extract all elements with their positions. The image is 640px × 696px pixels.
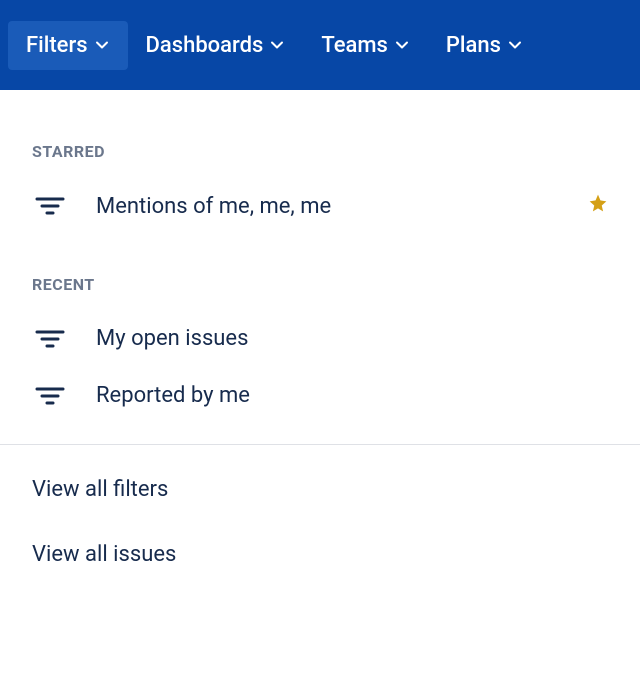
nav-label: Filters <box>26 33 88 58</box>
filter-item[interactable]: Mentions of me, me, me <box>0 177 640 235</box>
filter-label: Reported by me <box>96 383 608 408</box>
nav-item-filters[interactable]: Filters <box>8 21 128 70</box>
nav-label: Teams <box>321 33 388 58</box>
nav-item-teams[interactable]: Teams <box>303 21 428 70</box>
chevron-down-icon <box>507 37 523 53</box>
nav-label: Plans <box>446 33 501 58</box>
filter-icon <box>32 327 68 351</box>
divider <box>0 444 640 445</box>
filter-icon <box>32 384 68 408</box>
nav-label: Dashboards <box>146 33 264 58</box>
filter-item[interactable]: Reported by me <box>0 367 640 424</box>
navbar: Filters Dashboards Teams Plans <box>0 0 640 90</box>
link-label: View all issues <box>32 542 176 567</box>
link-label: View all filters <box>32 477 168 502</box>
filters-dropdown: STARRED Mentions of me, me, me RECENT My… <box>0 90 640 587</box>
star-icon[interactable] <box>588 193 608 219</box>
view-all-issues-link[interactable]: View all issues <box>0 522 640 587</box>
view-all-filters-link[interactable]: View all filters <box>0 457 640 522</box>
filter-label: Mentions of me, me, me <box>96 194 560 219</box>
chevron-down-icon <box>394 37 410 53</box>
filter-icon <box>32 194 68 218</box>
section-header-recent: RECENT <box>0 263 640 310</box>
chevron-down-icon <box>269 37 285 53</box>
chevron-down-icon <box>94 37 110 53</box>
nav-item-plans[interactable]: Plans <box>428 21 541 70</box>
filter-item[interactable]: My open issues <box>0 310 640 367</box>
section-header-starred: STARRED <box>0 130 640 177</box>
filter-label: My open issues <box>96 326 608 351</box>
nav-item-dashboards[interactable]: Dashboards <box>128 21 304 70</box>
